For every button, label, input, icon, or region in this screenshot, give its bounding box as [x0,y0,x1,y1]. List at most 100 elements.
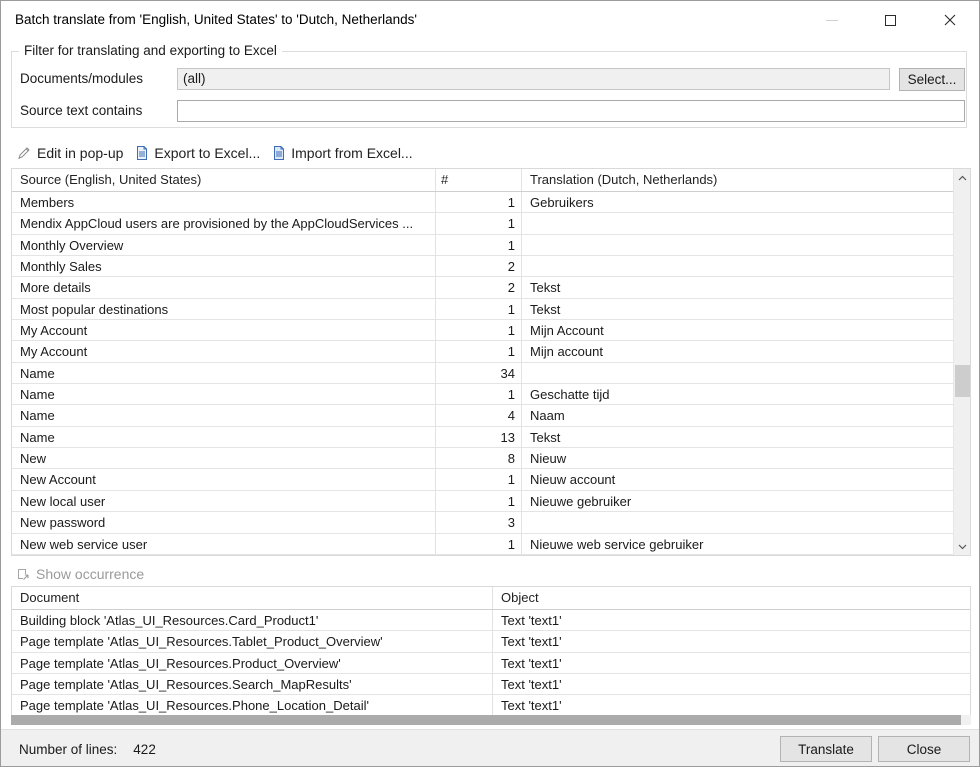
translation-cell: Gebruikers [522,192,953,212]
object-cell: Text 'text1' [492,631,970,651]
translation-row[interactable]: Most popular destinations 1 Tekst [12,299,953,320]
count-cell: 1 [435,235,522,255]
main-toolbar: Edit in pop-up Export to Excel... Import… [17,141,413,165]
document-cell: Page template 'Atlas_UI_Resources.Search… [12,674,492,694]
count-cell: 8 [435,448,522,468]
translation-row[interactable]: Name 4 Naam [12,405,953,426]
translation-cell: Mijn Account [522,320,953,340]
show-occurrence-label: Show occurrence [36,566,144,582]
translation-table-header: Source (English, United States) # Transl… [12,169,953,192]
scroll-down-button[interactable] [954,538,971,555]
scroll-up-button[interactable] [954,169,971,186]
batch-translate-dialog: Batch translate from 'English, United St… [0,0,980,767]
occurrence-table: Document Object Building block 'Atlas_UI… [11,586,971,716]
count-cell: 1 [435,534,522,554]
scrollbar-thumb[interactable] [955,365,970,397]
occurrence-row[interactable]: Page template 'Atlas_UI_Resources.Produc… [12,653,970,674]
edit-in-popup-button[interactable]: Edit in pop-up [17,145,123,161]
translation-cell [522,235,953,255]
source-cell: Mendix AppCloud users are provisioned by… [12,213,435,233]
document-cell: Page template 'Atlas_UI_Resources.Phone_… [12,695,492,715]
chevron-up-icon [958,175,967,181]
translation-row[interactable]: Name 1 Geschatte tijd [12,384,953,405]
count-cell: 4 [435,405,522,425]
column-header-translation: Translation (Dutch, Netherlands) [522,169,953,191]
translation-grid: Source (English, United States) # Transl… [12,169,953,555]
count-cell: 1 [435,341,522,361]
column-header-document: Document [12,587,492,609]
minimize-button[interactable] [802,1,861,39]
show-occurrence-button[interactable]: Show occurrence [17,566,144,582]
source-text-input[interactable] [177,100,965,122]
source-cell: Monthly Overview [12,235,435,255]
source-cell: My Account [12,320,435,340]
document-cell: Page template 'Atlas_UI_Resources.Produc… [12,653,492,673]
translation-row[interactable]: More details 2 Tekst [12,277,953,298]
translation-row[interactable]: Monthly Sales 2 [12,256,953,277]
translation-row[interactable]: New password 3 [12,512,953,533]
translation-cell: Nieuwe web service gebruiker [522,534,953,554]
source-cell: Name [12,384,435,404]
object-cell: Text 'text1' [492,674,970,694]
column-header-count: # [435,169,522,191]
vertical-scrollbar[interactable] [953,169,970,555]
translation-row[interactable]: Members 1 Gebruikers [12,192,953,213]
occurrence-row[interactable]: Page template 'Atlas_UI_Resources.Phone_… [12,695,970,716]
column-header-object: Object [492,587,970,609]
close-dialog-button[interactable]: Close [878,736,970,762]
translation-row[interactable]: My Account 1 Mijn account [12,341,953,362]
occurrence-row[interactable]: Building block 'Atlas_UI_Resources.Card_… [12,610,970,631]
source-cell: New password [12,512,435,532]
window-controls [802,1,979,39]
occurrence-row[interactable]: Page template 'Atlas_UI_Resources.Search… [12,674,970,695]
translation-row[interactable]: Name 34 [12,363,953,384]
translation-table-body: Members 1 Gebruikers Mendix AppCloud use… [12,192,953,555]
close-button[interactable] [920,1,979,39]
translation-row[interactable]: New local user 1 Nieuwe gebruiker [12,491,953,512]
count-cell: 1 [435,469,522,489]
horizontal-scrollbar-thumb[interactable] [11,715,961,725]
import-from-excel-button[interactable]: Import from Excel... [273,145,412,161]
translation-row[interactable]: New 8 Nieuw [12,448,953,469]
count-cell: 1 [435,320,522,340]
maximize-icon [885,15,896,26]
translation-cell: Geschatte tijd [522,384,953,404]
translation-row[interactable]: New Account 1 Nieuw account [12,469,953,490]
occurrence-row[interactable]: Page template 'Atlas_UI_Resources.Tablet… [12,631,970,652]
translation-row[interactable]: My Account 1 Mijn Account [12,320,953,341]
translation-cell: Naam [522,405,953,425]
horizontal-scrollbar[interactable] [11,715,971,725]
chevron-down-icon [958,544,967,550]
documents-modules-field[interactable]: (all) [177,68,890,90]
number-of-lines-value: 422 [133,742,156,757]
source-cell: Name [12,427,435,447]
translation-cell: Nieuw account [522,469,953,489]
translation-row[interactable]: New web service user 1 Nieuwe web servic… [12,534,953,555]
translation-row[interactable]: Monthly Overview 1 [12,235,953,256]
translation-row[interactable]: Mendix AppCloud users are provisioned by… [12,213,953,234]
document-cell: Page template 'Atlas_UI_Resources.Tablet… [12,631,492,651]
source-cell: My Account [12,341,435,361]
count-cell: 2 [435,256,522,276]
source-cell: Members [12,192,435,212]
translation-cell: Tekst [522,277,953,297]
translation-table: Source (English, United States) # Transl… [11,168,971,556]
import-from-excel-label: Import from Excel... [291,145,412,161]
count-cell: 1 [435,491,522,511]
source-cell: New local user [12,491,435,511]
count-cell: 34 [435,363,522,383]
translate-button[interactable]: Translate [780,736,872,762]
translation-row[interactable]: Name 13 Tekst [12,427,953,448]
object-cell: Text 'text1' [492,653,970,673]
titlebar: Batch translate from 'English, United St… [1,1,979,39]
close-icon [944,14,956,26]
goto-document-icon [17,568,30,581]
select-button[interactable]: Select... [899,68,965,91]
translation-cell [522,512,953,532]
maximize-button[interactable] [861,1,920,39]
occurrence-toolbar: Show occurrence [17,563,144,585]
filter-group-legend: Filter for translating and exporting to … [19,43,282,58]
export-to-excel-button[interactable]: Export to Excel... [136,145,260,161]
number-of-lines: Number of lines: 422 [19,730,156,767]
count-cell: 13 [435,427,522,447]
